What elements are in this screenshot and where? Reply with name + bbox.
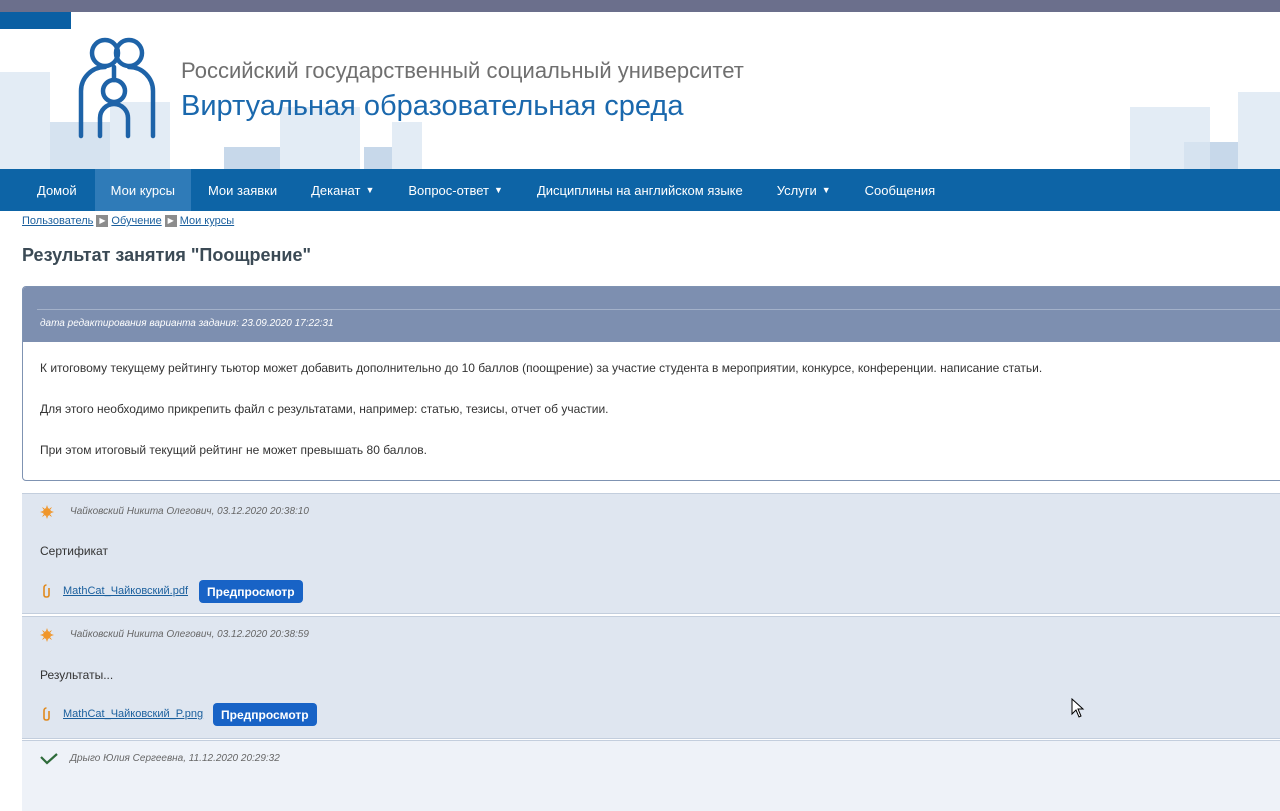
nav-item-label: Мои курсы — [110, 182, 175, 198]
nav-item-label: Дисциплины на английском языке — [536, 182, 743, 198]
mouse-cursor-icon — [1071, 698, 1085, 718]
comment-item: Чайковский Никита Олегович, 03.12.2020 2… — [22, 493, 1280, 614]
task-paragraph: Для этого необходимо прикрепить файл с р… — [40, 402, 609, 416]
breadcrumb-arrow-icon: ▶ — [96, 215, 109, 227]
browser-top-strip — [0, 0, 1280, 12]
comment-text: Сертификат — [40, 544, 108, 558]
chevron-down-icon: ▼ — [494, 185, 503, 195]
header-decoration — [0, 72, 50, 170]
nav-item-label: Услуги — [776, 182, 817, 198]
sun-icon — [40, 628, 54, 642]
nav-item-services[interactable]: Услуги ▼ — [760, 169, 848, 211]
nav-item-label: Домой — [37, 182, 77, 198]
chevron-down-icon: ▼ — [821, 185, 831, 195]
task-panel-header: дата редактирования варианта задания: 23… — [23, 287, 1280, 342]
nav-item-label: Сообщения — [864, 182, 936, 198]
breadcrumb-my-courses[interactable]: Мои курсы — [180, 215, 234, 227]
header-decoration — [1238, 92, 1280, 170]
breadcrumb-user[interactable]: Пользователь — [22, 215, 93, 227]
nav-item-english-disciplines[interactable]: Дисциплины на английском языке — [520, 169, 760, 211]
attachment-link[interactable]: MathCat_Чайковский_P.png — [63, 708, 203, 720]
task-edit-date: дата редактирования варианта задания: 23… — [40, 318, 334, 329]
nav-item-my-courses[interactable]: Мои курсы — [94, 169, 191, 211]
sun-icon — [40, 505, 54, 519]
site-header: Российский государственный социальный ун… — [0, 12, 1280, 170]
header-decoration — [1184, 142, 1210, 170]
header-decoration — [1210, 142, 1238, 170]
paperclip-icon — [43, 707, 50, 721]
attachment-link[interactable]: MathCat_Чайковский.pdf — [63, 585, 188, 597]
preview-button[interactable]: Предпросмотр — [199, 580, 303, 603]
preview-button[interactable]: Предпросмотр — [213, 703, 317, 726]
task-paragraph: К итоговому текущему рейтингу тьютор мож… — [40, 361, 1043, 375]
nav-item-home[interactable]: Домой — [0, 169, 95, 211]
divider — [37, 309, 1280, 310]
nav-item-deanery[interactable]: Деканат ▼ — [294, 169, 391, 211]
check-icon — [40, 753, 58, 765]
comment-item: Дрыго Юлия Сергеевна, 11.12.2020 20:29:3… — [22, 740, 1280, 811]
nav-item-faq[interactable]: Вопрос-ответ ▼ — [391, 169, 520, 211]
breadcrumb-arrow-icon: ▶ — [164, 215, 177, 227]
task-paragraph: При этом итоговый текущий рейтинг не мож… — [40, 443, 427, 457]
nav-item-label: Вопрос-ответ — [408, 182, 490, 198]
nav-item-label: Деканат — [311, 182, 361, 198]
nav-item-messages[interactable]: Сообщения — [848, 169, 953, 211]
nav-item-my-requests[interactable]: Мои заявки — [191, 169, 294, 211]
breadcrumb: Пользователь ▶ Обучение ▶ Мои курсы — [22, 215, 234, 227]
university-title: Российский государственный социальный ун… — [181, 58, 744, 83]
task-panel: дата редактирования варианта задания: 23… — [22, 286, 1280, 481]
nav-item-label: Мои заявки — [207, 182, 278, 198]
comment-author-date: Дрыго Юлия Сергеевна, 11.12.2020 20:29:3… — [70, 753, 280, 764]
paperclip-icon — [43, 584, 50, 598]
comment-author-date: Чайковский Никита Олегович, 03.12.2020 2… — [70, 629, 309, 640]
university-logo — [78, 37, 156, 139]
breadcrumb-study[interactable]: Обучение — [111, 215, 161, 227]
chevron-down-icon: ▼ — [365, 185, 375, 195]
comment-text: Результаты... — [40, 668, 114, 682]
comment-author-date: Чайковский Никита Олегович, 03.12.2020 2… — [70, 506, 309, 517]
environment-title: Виртуальная образовательная среда — [181, 90, 684, 122]
header-decoration — [224, 147, 280, 170]
header-decoration — [392, 122, 422, 170]
page-title: Результат занятия "Поощрение" — [22, 245, 312, 265]
header-decoration — [364, 147, 392, 170]
header-accent-bar — [0, 12, 71, 29]
main-navigation: Домой Мои курсы Мои заявки Деканат ▼ Вопр… — [0, 169, 1280, 211]
comment-item: Чайковский Никита Олегович, 03.12.2020 2… — [22, 616, 1280, 739]
